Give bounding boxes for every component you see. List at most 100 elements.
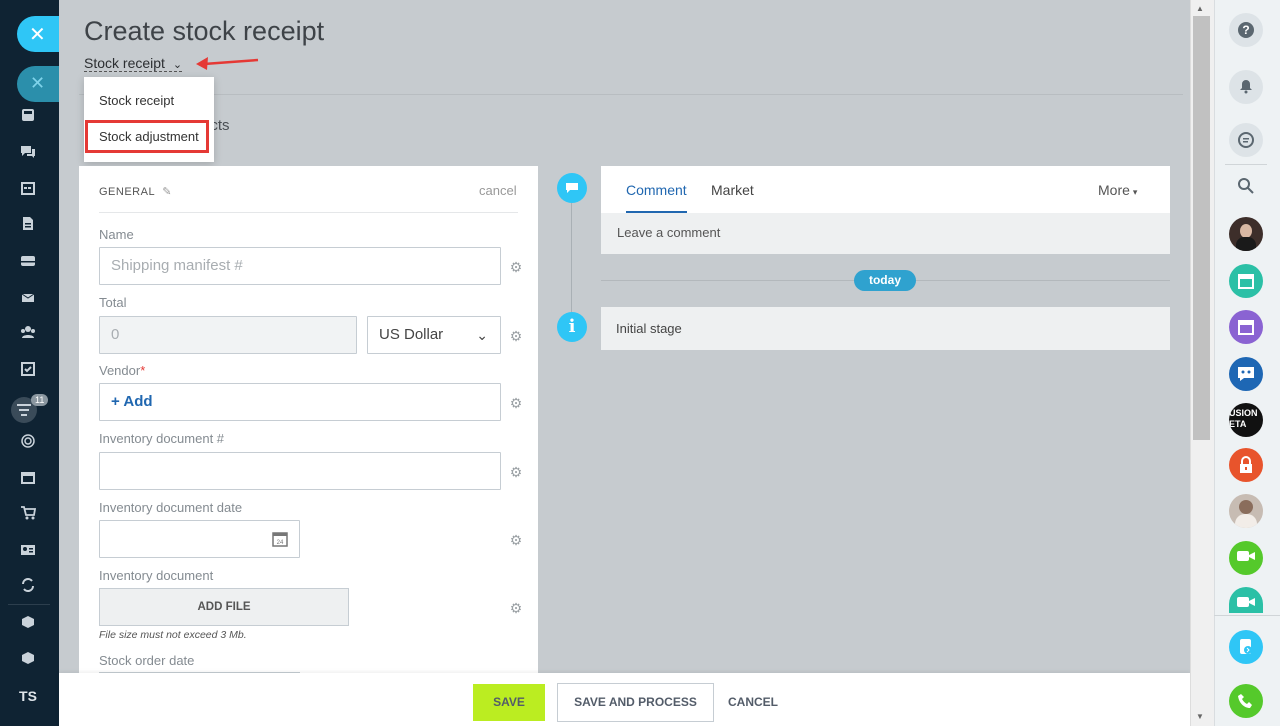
sync-icon[interactable] xyxy=(17,577,39,599)
calendar-icon[interactable]: 24 xyxy=(272,531,288,547)
doc-type-selected: Stock receipt xyxy=(84,55,165,71)
messages-icon[interactable] xyxy=(1229,123,1263,157)
cart-icon[interactable] xyxy=(17,505,39,527)
currency-value: US Dollar xyxy=(379,326,444,343)
mail-icon[interactable] xyxy=(17,288,39,310)
vendor-add-link[interactable]: + Add xyxy=(111,393,153,410)
tab-comment[interactable]: Comment xyxy=(626,182,687,198)
close-slider-button[interactable]: ✕ xyxy=(17,66,59,102)
doc-type-selector[interactable]: Stock receipt ⌄ xyxy=(84,55,183,72)
help-icon[interactable]: ? xyxy=(1229,13,1263,47)
more-label: More xyxy=(1098,182,1130,198)
right-divider xyxy=(1225,164,1267,165)
tab-market[interactable]: Market xyxy=(711,182,754,198)
scroll-up-arrow[interactable]: ▲ xyxy=(1196,4,1204,13)
required-marker: * xyxy=(140,363,146,378)
contacts-icon[interactable] xyxy=(17,324,39,346)
cancel-link[interactable]: cancel xyxy=(479,183,517,198)
save-and-process-button[interactable]: SAVE AND PROCESS xyxy=(557,683,714,722)
video-call-icon[interactable] xyxy=(1229,541,1263,575)
lock-icon[interactable] xyxy=(1229,448,1263,482)
section-title: GENERAL ✎ xyxy=(99,185,172,198)
scrollbar-thumb[interactable] xyxy=(1193,16,1210,440)
total-input[interactable]: 0 xyxy=(99,316,357,354)
pencil-icon[interactable]: ✎ xyxy=(162,186,172,198)
scroll-down-arrow[interactable]: ▼ xyxy=(1196,712,1204,721)
calendar-app-icon[interactable] xyxy=(1229,264,1263,298)
cancel-button[interactable]: CANCEL xyxy=(728,695,778,709)
caret-down-icon: ▾ xyxy=(1132,187,1138,197)
chat-icon[interactable] xyxy=(17,144,39,166)
gear-icon[interactable]: ⚙ xyxy=(509,533,523,547)
close-button[interactable]: ✕ xyxy=(17,16,59,52)
vendor-field[interactable]: + Add xyxy=(99,383,501,421)
avatar-text: USION ETA xyxy=(1229,408,1258,429)
gear-icon[interactable]: ⚙ xyxy=(509,465,523,479)
avatar[interactable] xyxy=(1229,217,1263,251)
comment-input[interactable]: Leave a comment xyxy=(617,225,720,240)
calendar-icon[interactable] xyxy=(17,180,39,202)
initial-stage-card: Initial stage xyxy=(601,307,1170,350)
left-nav-bar: ✕ ✕ 11 TS xyxy=(0,0,59,726)
phone-book-icon[interactable] xyxy=(1229,630,1263,664)
document-icon[interactable] xyxy=(17,216,39,238)
phone-call-icon[interactable] xyxy=(1229,684,1263,718)
avatar[interactable]: USION ETA xyxy=(1229,403,1263,437)
comment-node-icon xyxy=(557,173,587,203)
inventory-doc-label: Inventory document xyxy=(99,568,214,583)
dropdown-item-label: Stock adjustment xyxy=(99,129,199,144)
general-card: GENERAL ✎ cancel Name Shipping manifest … xyxy=(79,166,538,686)
dropdown-item-stock-adjustment[interactable]: Stock adjustment xyxy=(85,120,209,153)
video-call-icon[interactable] xyxy=(1229,587,1263,613)
close-icon: ✕ xyxy=(29,24,46,46)
chevron-down-icon: ⌄ xyxy=(476,327,488,343)
target-icon[interactable] xyxy=(17,433,39,455)
gear-icon[interactable]: ⚙ xyxy=(509,329,523,343)
page-title: Create stock receipt xyxy=(84,16,325,46)
inventory-doc-number-label: Inventory document # xyxy=(99,431,225,446)
info-node-icon: i xyxy=(557,312,587,342)
tasks-icon[interactable] xyxy=(17,361,39,383)
more-menu[interactable]: More ▾ xyxy=(1098,182,1137,198)
user-initials[interactable]: TS xyxy=(17,688,39,704)
name-label: Name xyxy=(99,227,134,242)
tab-comment-underline xyxy=(626,211,687,213)
general-title: GENERAL xyxy=(99,186,155,198)
window-icon[interactable] xyxy=(17,469,39,491)
vendor-label-text: Vendor xyxy=(99,363,141,378)
bell-icon[interactable] xyxy=(1229,70,1263,104)
search-icon[interactable] xyxy=(1229,169,1263,203)
arrow-annotation xyxy=(196,57,259,70)
feed-icon[interactable] xyxy=(17,107,39,129)
close-icon: ✕ xyxy=(30,73,46,93)
drive-icon[interactable] xyxy=(17,252,39,274)
gear-icon[interactable]: ⚙ xyxy=(509,396,523,410)
avatar[interactable] xyxy=(1229,494,1263,528)
box-icon[interactable] xyxy=(17,614,39,636)
inventory-doc-number-input[interactable] xyxy=(99,452,501,490)
inventory-doc-date-label: Inventory document date xyxy=(99,500,243,515)
total-label: Total xyxy=(99,295,127,310)
initial-stage-text: Initial stage xyxy=(616,321,682,336)
svg-text:24: 24 xyxy=(277,540,284,546)
card-divider xyxy=(99,212,518,213)
box-icon[interactable] xyxy=(17,650,39,672)
add-file-button[interactable]: ADD FILE xyxy=(99,588,349,626)
gear-icon[interactable]: ⚙ xyxy=(509,601,523,615)
calendar-app-icon[interactable] xyxy=(1229,310,1263,344)
inventory-doc-date-input[interactable]: 24 xyxy=(99,520,300,558)
name-input[interactable]: Shipping manifest # xyxy=(99,247,501,285)
left-nav-divider xyxy=(8,604,50,605)
currency-select[interactable]: US Dollar ⌄ xyxy=(367,316,501,354)
stock-order-date-label: Stock order date xyxy=(99,653,195,668)
dropdown-item-stock-receipt[interactable]: Stock receipt xyxy=(99,93,174,108)
timeline-line xyxy=(571,188,572,328)
group-chat-icon[interactable] xyxy=(1229,357,1263,391)
id-card-icon[interactable] xyxy=(17,541,39,563)
gear-icon[interactable]: ⚙ xyxy=(509,260,523,274)
file-size-note: File size must not exceed 3 Mb. xyxy=(99,629,247,641)
right-divider xyxy=(1214,615,1280,616)
save-button[interactable]: SAVE xyxy=(473,684,545,721)
notification-count-badge: 11 xyxy=(31,394,49,406)
chevron-down-icon: ⌄ xyxy=(172,59,183,71)
